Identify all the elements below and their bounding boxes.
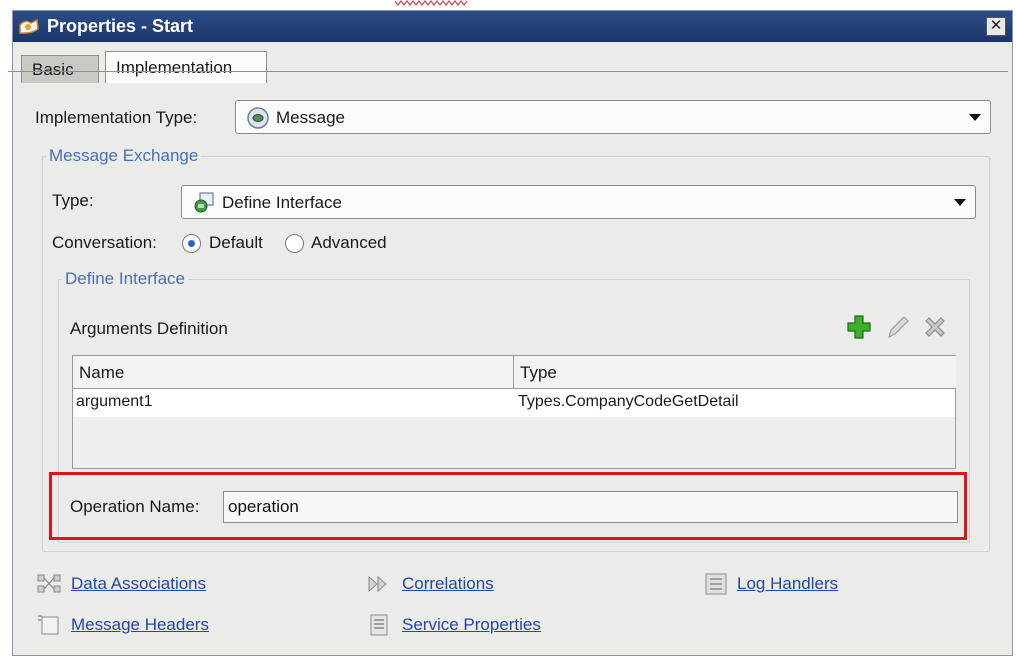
conversation-advanced-radio[interactable] [285, 234, 304, 253]
column-header-name[interactable]: Name [73, 356, 514, 389]
start-event-icon [19, 18, 39, 34]
edit-icon[interactable] [884, 313, 912, 341]
log-handlers-link[interactable]: Log Handlers [737, 574, 838, 594]
chevron-down-icon[interactable] [954, 199, 966, 206]
delete-icon[interactable] [921, 313, 949, 341]
correlations-icon [368, 575, 387, 593]
conversation-advanced-label[interactable]: Advanced [311, 233, 387, 253]
close-button[interactable]: ✕ [986, 17, 1006, 36]
conversation-default-radio[interactable] [182, 234, 201, 253]
type-label: Type: [52, 191, 94, 210]
table-cell-type[interactable]: Types.CompanyCodeGetDetail [518, 393, 739, 411]
tab-basic[interactable]: Basic [21, 55, 99, 83]
message-headers-link[interactable]: Message Headers [71, 615, 209, 635]
add-icon[interactable] [845, 313, 873, 341]
message-exchange-legend: Message Exchange [46, 146, 202, 166]
message-icon [247, 107, 269, 129]
data-associations-link[interactable]: Data Associations [71, 574, 206, 594]
chevron-down-icon[interactable] [969, 114, 981, 121]
service-properties-link[interactable]: Service Properties [402, 615, 541, 635]
correlations-link[interactable]: Correlations [402, 574, 494, 594]
operation-name-input[interactable] [223, 491, 958, 523]
conversation-default-label[interactable]: Default [209, 233, 263, 253]
arguments-definition-title: Arguments Definition [70, 319, 228, 338]
tab-divider [8, 71, 1008, 72]
type-select[interactable]: Define Interface [181, 185, 976, 219]
define-interface-legend: Define Interface [62, 269, 189, 289]
spellcheck-squiggle [395, 0, 467, 6]
data-associations-icon [37, 574, 61, 593]
log-handlers-icon [705, 573, 727, 595]
table-row-bg [73, 389, 955, 417]
operation-name-label: Operation Name: [70, 497, 200, 516]
dialog-title: Properties - Start [47, 16, 194, 36]
implementation-type-select[interactable]: Message [235, 100, 991, 134]
implementation-type-label: Implementation Type: [35, 108, 198, 127]
tab-implementation[interactable]: Implementation [105, 51, 267, 83]
conversation-label: Conversation: [52, 233, 157, 252]
implementation-type-value: Message [276, 108, 345, 127]
interface-icon [194, 192, 214, 213]
message-headers-icon [38, 615, 59, 635]
arguments-table: Name Type argument1 Types.CompanyCodeGet… [72, 355, 956, 469]
service-properties-icon [370, 614, 388, 636]
type-value: Define Interface [222, 193, 343, 212]
title-bar: Properties - Start ✕ [13, 11, 1012, 42]
column-header-type[interactable]: Type [514, 356, 956, 389]
table-empty-area [73, 417, 955, 468]
table-cell-name[interactable]: argument1 [76, 393, 153, 411]
